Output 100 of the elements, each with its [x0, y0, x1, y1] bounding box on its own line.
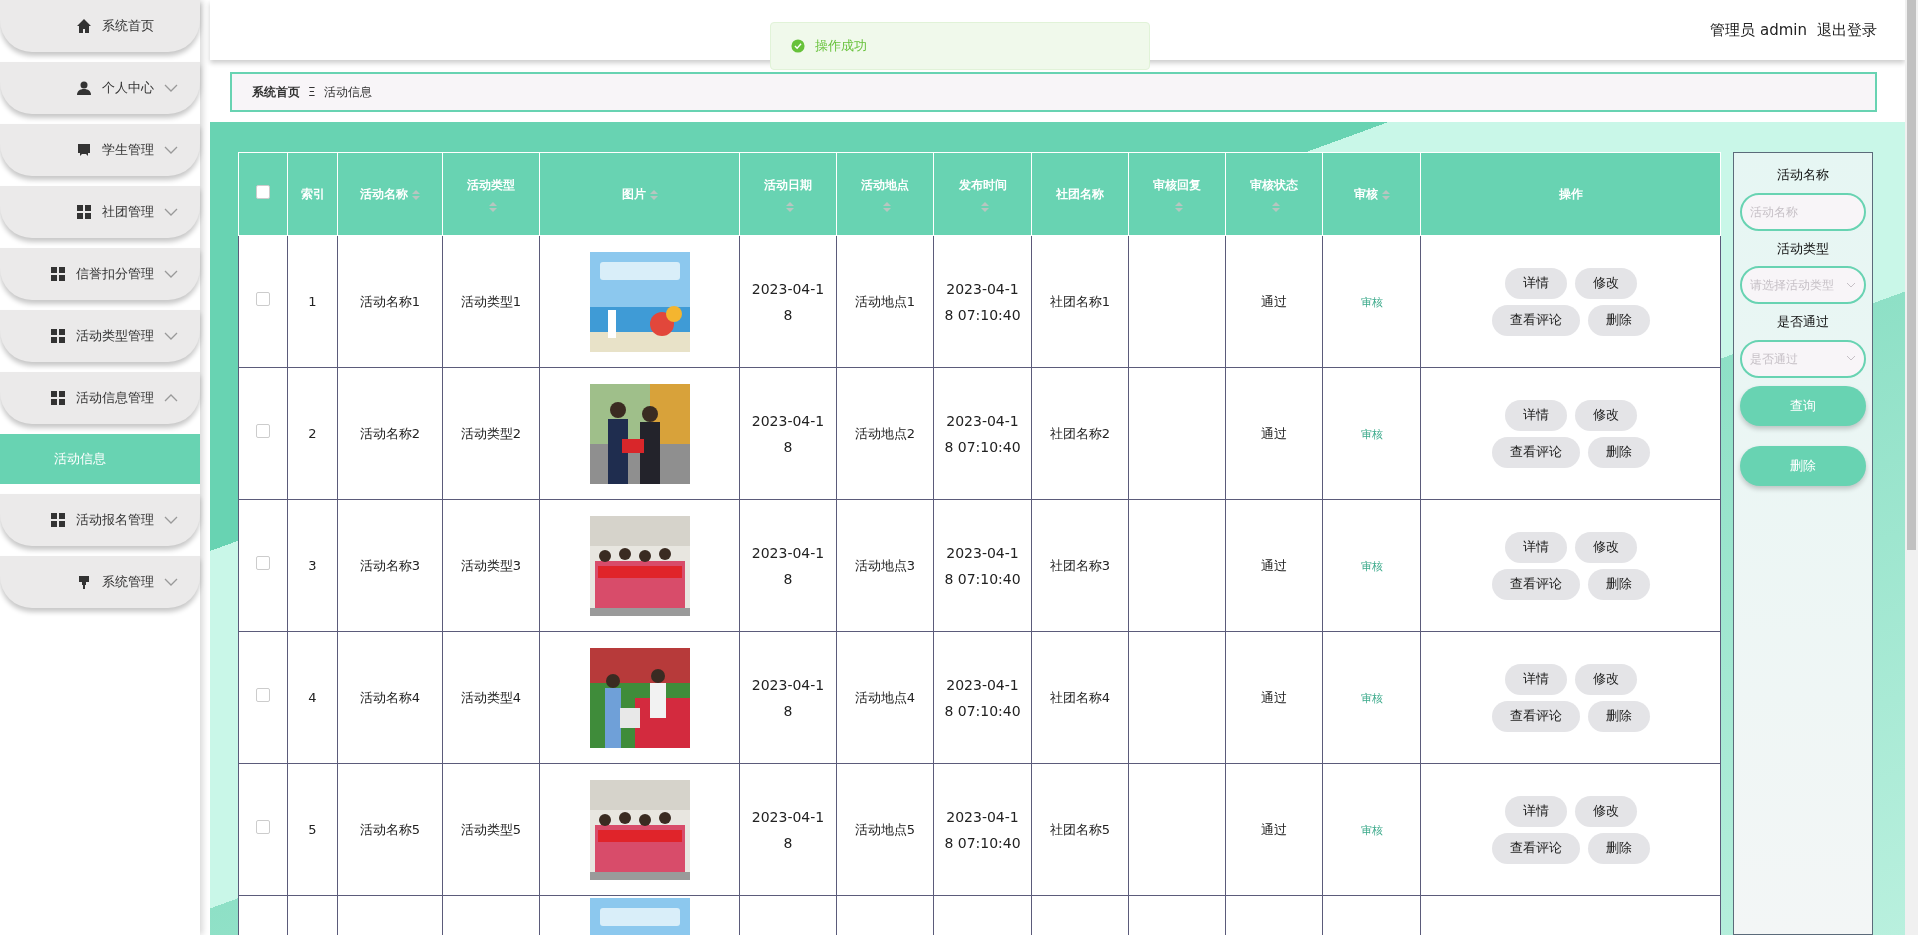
sidebar-item[interactable]: 活动信息管理: [0, 372, 200, 424]
name-cell: 活动名称2: [359, 425, 421, 441]
action-button[interactable]: 修改: [1574, 399, 1637, 431]
action-button[interactable]: 修改: [1574, 267, 1637, 299]
time-cell-text: 2023-04-18 07:10:40: [943, 675, 1022, 721]
place-cell: 活动地点4: [854, 689, 916, 705]
column-header: 审核状态: [1250, 177, 1298, 192]
action-button[interactable]: 详情: [1504, 795, 1567, 827]
index-cell: 1: [308, 293, 317, 309]
action-button[interactable]: 删除: [1587, 304, 1650, 336]
type-cell: 活动类型1: [460, 293, 522, 309]
date-cell-text: 2023-04-18: [750, 279, 826, 325]
club-cell: 社团名称5: [1049, 821, 1111, 837]
time-cell-text: 2023-04-18 07:10:40: [943, 279, 1022, 325]
home-icon: [76, 18, 92, 34]
sort-icon[interactable]: [649, 189, 658, 200]
column-header: 活动类型: [467, 177, 515, 192]
scrollbar-thumb[interactable]: [1907, 0, 1916, 550]
action-button[interactable]: 详情: [1504, 531, 1567, 563]
action-button[interactable]: 删除: [1587, 700, 1650, 732]
date-cell-text: 2023-04-18: [750, 411, 826, 457]
status-cell: 通过: [1261, 425, 1287, 441]
status-cell: 通过: [1261, 821, 1287, 837]
action-button[interactable]: 查看评论: [1491, 304, 1580, 336]
date-cell-text: 2023-04-18: [750, 675, 826, 721]
column-header: 活动地点: [861, 177, 909, 192]
sidebar-item[interactable]: 社团管理: [0, 186, 200, 238]
column-header: 操作: [1558, 187, 1583, 201]
action-button[interactable]: 详情: [1504, 663, 1567, 695]
monitor-icon: [76, 142, 92, 158]
action-button[interactable]: 修改: [1574, 663, 1637, 695]
grid-icon: [50, 390, 66, 406]
row-checkbox[interactable]: [256, 687, 270, 702]
action-button[interactable]: 删除: [1587, 436, 1650, 468]
sidebar-item[interactable]: 系统管理: [0, 556, 200, 608]
action-button[interactable]: 查看评论: [1491, 436, 1580, 468]
action-button[interactable]: 删除: [1587, 832, 1650, 864]
user-label: 管理员 admin: [1710, 19, 1807, 41]
action-button[interactable]: 详情: [1504, 399, 1567, 431]
action-button[interactable]: 修改: [1574, 795, 1637, 827]
column-header: 活动名称: [360, 187, 408, 201]
time-cell-text: 2023-04-18 07:10:40: [943, 807, 1022, 853]
row-checkbox[interactable]: [256, 555, 270, 570]
sort-icon[interactable]: [980, 202, 989, 213]
action-button[interactable]: 修改: [1574, 531, 1637, 563]
field-label: 是否通过: [1777, 313, 1829, 331]
type-cell: 活动类型2: [460, 425, 522, 441]
toast-text: 操作成功: [815, 37, 867, 56]
action-button[interactable]: 查看评论: [1491, 832, 1580, 864]
sort-icon[interactable]: [883, 202, 891, 213]
status-cell: 通过: [1261, 557, 1287, 573]
date-cell-text: 2023-04-18: [750, 807, 826, 853]
pin-icon: [76, 574, 92, 590]
place-cell: 活动地点3: [854, 557, 916, 573]
column-header: 索引: [300, 187, 325, 201]
sidebar-item[interactable]: 信誉扣分管理: [0, 248, 200, 300]
action-button[interactable]: 详情: [1504, 267, 1567, 299]
grid-icon: [76, 204, 92, 220]
status-cell: 通过: [1261, 293, 1287, 309]
sidebar-item[interactable]: 个人中心: [0, 62, 200, 114]
sort-icon[interactable]: [786, 202, 794, 213]
row-checkbox[interactable]: [256, 423, 270, 438]
name-cell: 活动名称3: [359, 557, 421, 573]
sidebar-item[interactable]: 活动类型管理: [0, 310, 200, 362]
sidebar-item[interactable]: 系统首页: [0, 0, 200, 52]
action-button[interactable]: 查看评论: [1491, 700, 1580, 732]
select-all-checkbox[interactable]: [256, 184, 270, 199]
club-cell: 社团名称2: [1049, 425, 1111, 441]
index-cell: 4: [308, 689, 317, 705]
sidebar-item[interactable]: 学生管理: [0, 124, 200, 176]
club-cell: 社团名称1: [1049, 293, 1111, 309]
row-checkbox[interactable]: [256, 291, 270, 306]
user-icon: [76, 80, 92, 96]
field-label: 活动名称: [1777, 166, 1829, 184]
action-button[interactable]: 查看评论: [1491, 568, 1580, 600]
name-cell: 活动名称4: [359, 689, 421, 705]
action-button[interactable]: 删除: [1587, 568, 1650, 600]
sidebar-item[interactable]: 活动报名管理: [0, 494, 200, 546]
grid-icon: [50, 328, 66, 344]
sort-icon[interactable]: [1381, 189, 1390, 200]
status-cell: 通过: [1261, 689, 1287, 705]
column-header: 社团名称: [1056, 187, 1104, 201]
place-cell: 活动地点2: [854, 425, 916, 441]
column-header: 发布时间: [958, 177, 1007, 192]
sort-icon[interactable]: [1175, 202, 1183, 213]
logout-link[interactable]: 退出登录: [1817, 18, 1877, 42]
chevron-down-icon: [1846, 355, 1856, 362]
breadcrumb-link[interactable]: 系统首页: [252, 83, 300, 101]
place-cell: 活动地点5: [854, 821, 916, 837]
column-header: 图片: [621, 187, 646, 201]
sort-icon[interactable]: [489, 202, 497, 213]
club-cell: 社团名称3: [1049, 557, 1111, 573]
row-checkbox[interactable]: [256, 819, 270, 834]
chevron-down-icon: [1846, 281, 1856, 289]
field-label: 活动类型: [1777, 239, 1829, 258]
date-cell-text: 2023-04-18: [750, 543, 826, 589]
index-cell: 2: [308, 425, 317, 441]
sort-icon[interactable]: [412, 189, 420, 200]
sort-icon[interactable]: [1272, 202, 1280, 213]
type-cell: 活动类型4: [460, 689, 522, 705]
